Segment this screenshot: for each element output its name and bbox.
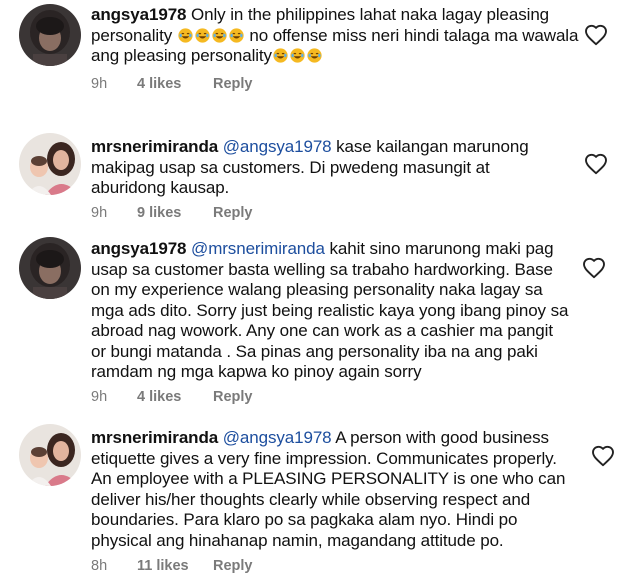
face-with-tears-of-joy-icon: [273, 48, 288, 63]
comment-meta: 9h 4 likes Reply: [91, 76, 253, 92]
comment-timestamp: 9h: [91, 205, 108, 221]
comment-4: mrsnerimiranda @angsya1978 A person with…: [0, 419, 640, 583]
face-with-tears-of-joy-icon: [195, 27, 210, 43]
comment-timestamp: 9h: [91, 76, 108, 92]
comment-3: angsya1978 @mrsnerimiranda kahit sino ma…: [0, 233, 640, 413]
reply-button[interactable]: Reply: [213, 389, 253, 405]
comment-2: mrsnerimiranda @angsya1978 kase kailanga…: [0, 125, 640, 225]
heart-outline-icon[interactable]: [591, 445, 615, 467]
comment-username[interactable]: mrsnerimiranda: [91, 137, 218, 156]
face-with-tears-of-joy-icon: [290, 48, 305, 63]
comment-username[interactable]: angsya1978: [91, 239, 187, 258]
comment-content: kahit sino marunong maki pag usap sa cus…: [91, 239, 569, 381]
comment-username[interactable]: angsya1978: [91, 5, 187, 24]
mention-link[interactable]: @angsya1978: [223, 137, 332, 156]
avatar[interactable]: [19, 424, 81, 486]
heart-outline-icon[interactable]: [584, 153, 608, 175]
comment-timestamp: 8h: [91, 558, 108, 574]
emoji-run: [177, 26, 250, 45]
comment-1: angsya1978 Only in the philippines lahat…: [0, 0, 640, 110]
comment-text: mrsnerimiranda @angsya1978 A person with…: [91, 428, 581, 551]
heart-outline-icon[interactable]: [584, 24, 608, 46]
emoji-run: [272, 46, 323, 65]
mention-link[interactable]: @mrsnerimiranda: [191, 239, 325, 258]
face-with-tears-of-joy-icon: [178, 27, 193, 43]
comment-text: angsya1978 @mrsnerimiranda kahit sino ma…: [91, 239, 571, 383]
likes-count[interactable]: 9 likes: [137, 205, 213, 221]
face-with-tears-of-joy-icon: [212, 27, 227, 43]
avatar[interactable]: [19, 4, 81, 66]
comment-meta: 8h 11 likes Reply: [91, 558, 253, 574]
likes-count[interactable]: 4 likes: [137, 389, 213, 405]
comment-username[interactable]: mrsnerimiranda: [91, 428, 218, 447]
mention-link[interactable]: @angsya1978: [223, 428, 332, 447]
likes-count[interactable]: 4 likes: [137, 76, 213, 92]
comment-text: angsya1978 Only in the philippines lahat…: [91, 5, 591, 67]
comment-text: mrsnerimiranda @angsya1978 kase kailanga…: [91, 137, 561, 199]
heart-outline-icon[interactable]: [582, 257, 606, 279]
likes-count[interactable]: 11 likes: [137, 558, 213, 574]
face-with-tears-of-joy-icon: [229, 27, 244, 43]
reply-button[interactable]: Reply: [213, 205, 253, 221]
comment-meta: 9h 4 likes Reply: [91, 389, 253, 405]
comment-timestamp: 9h: [91, 389, 108, 405]
reply-button[interactable]: Reply: [213, 76, 253, 92]
avatar[interactable]: [19, 237, 81, 299]
reply-button[interactable]: Reply: [213, 558, 253, 574]
face-with-tears-of-joy-icon: [307, 48, 322, 63]
comment-meta: 9h 9 likes Reply: [91, 205, 253, 221]
avatar[interactable]: [19, 133, 81, 195]
